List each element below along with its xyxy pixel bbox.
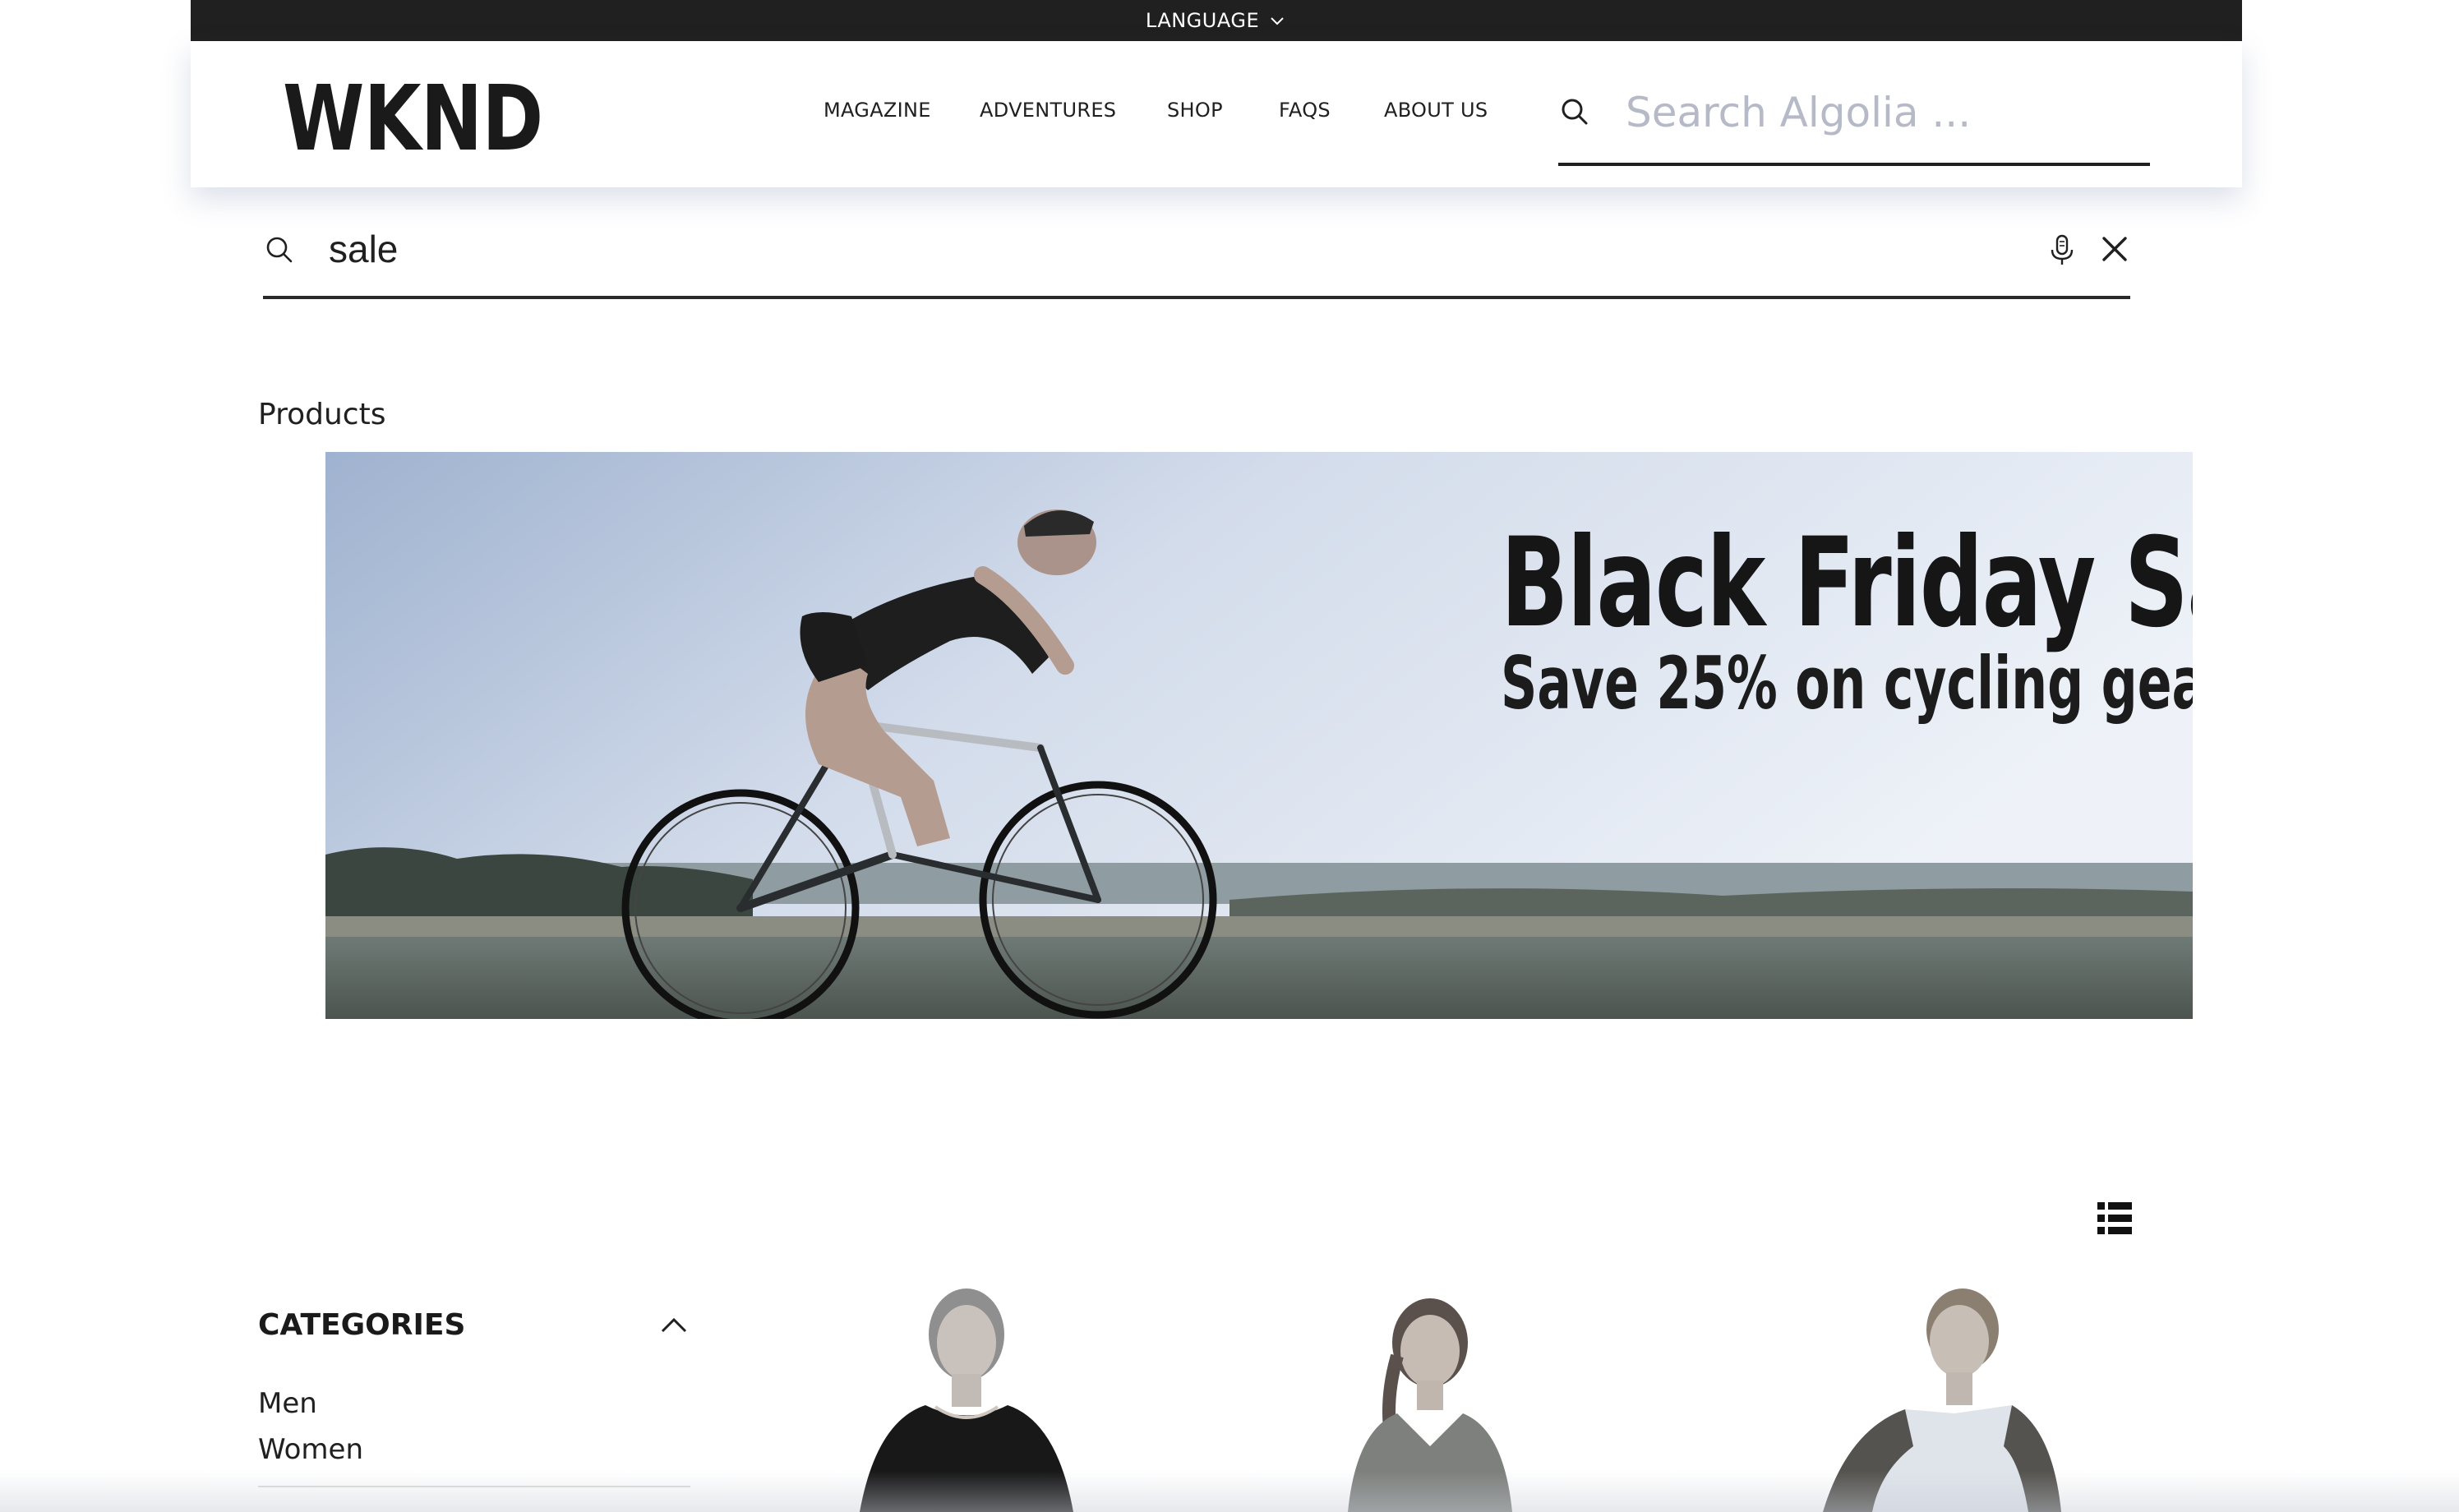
- product-card[interactable]: [1790, 1282, 2069, 1512]
- nav-faqs[interactable]: FAQS: [1279, 99, 1331, 122]
- banner-subtitle: Save 25% on cycling gear: [1501, 641, 2193, 726]
- nav-about-us[interactable]: ABOUT US: [1384, 99, 1488, 122]
- search-icon[interactable]: [263, 233, 296, 266]
- nav-magazine[interactable]: MAGAZINE: [824, 99, 931, 122]
- category-women[interactable]: Women: [258, 1433, 363, 1466]
- product-image: [1823, 1288, 2061, 1512]
- product-card[interactable]: [827, 1282, 1106, 1512]
- nav-shop[interactable]: SHOP: [1167, 99, 1223, 122]
- algolia-search: [1558, 77, 2150, 166]
- search-bar: [263, 215, 2130, 299]
- viewport-fade: [0, 1471, 2459, 1512]
- list-view-icon[interactable]: [2097, 1201, 2132, 1236]
- product-image: [860, 1288, 1073, 1512]
- product-card[interactable]: [1290, 1282, 1570, 1512]
- algolia-search-input[interactable]: [1624, 85, 2137, 140]
- products-heading: Products: [258, 398, 386, 431]
- categories-heading: CATEGORIES: [258, 1308, 466, 1342]
- search-input[interactable]: [327, 222, 1974, 276]
- product-image: [1348, 1298, 1512, 1512]
- site-header: WKND MAGAZINE ADVENTURES SHOP FAQS ABOUT…: [191, 41, 2242, 187]
- chevron-up-icon[interactable]: [659, 1313, 689, 1336]
- language-label: LANGUAGE: [1145, 9, 1260, 32]
- close-icon[interactable]: [2099, 233, 2130, 265]
- search-icon[interactable]: [1558, 95, 1591, 128]
- microphone-icon[interactable]: [2048, 233, 2076, 266]
- black-friday-banner[interactable]: Black Friday Sale Save 25% on cycling ge…: [325, 452, 2193, 1019]
- language-selector[interactable]: LANGUAGE: [191, 0, 2242, 41]
- categories-divider: [258, 1486, 690, 1487]
- chevron-down-icon: [1271, 17, 1284, 25]
- banner-title: Black Friday Sale: [1501, 512, 2193, 655]
- category-men[interactable]: Men: [258, 1387, 317, 1420]
- nav-adventures[interactable]: ADVENTURES: [980, 99, 1116, 122]
